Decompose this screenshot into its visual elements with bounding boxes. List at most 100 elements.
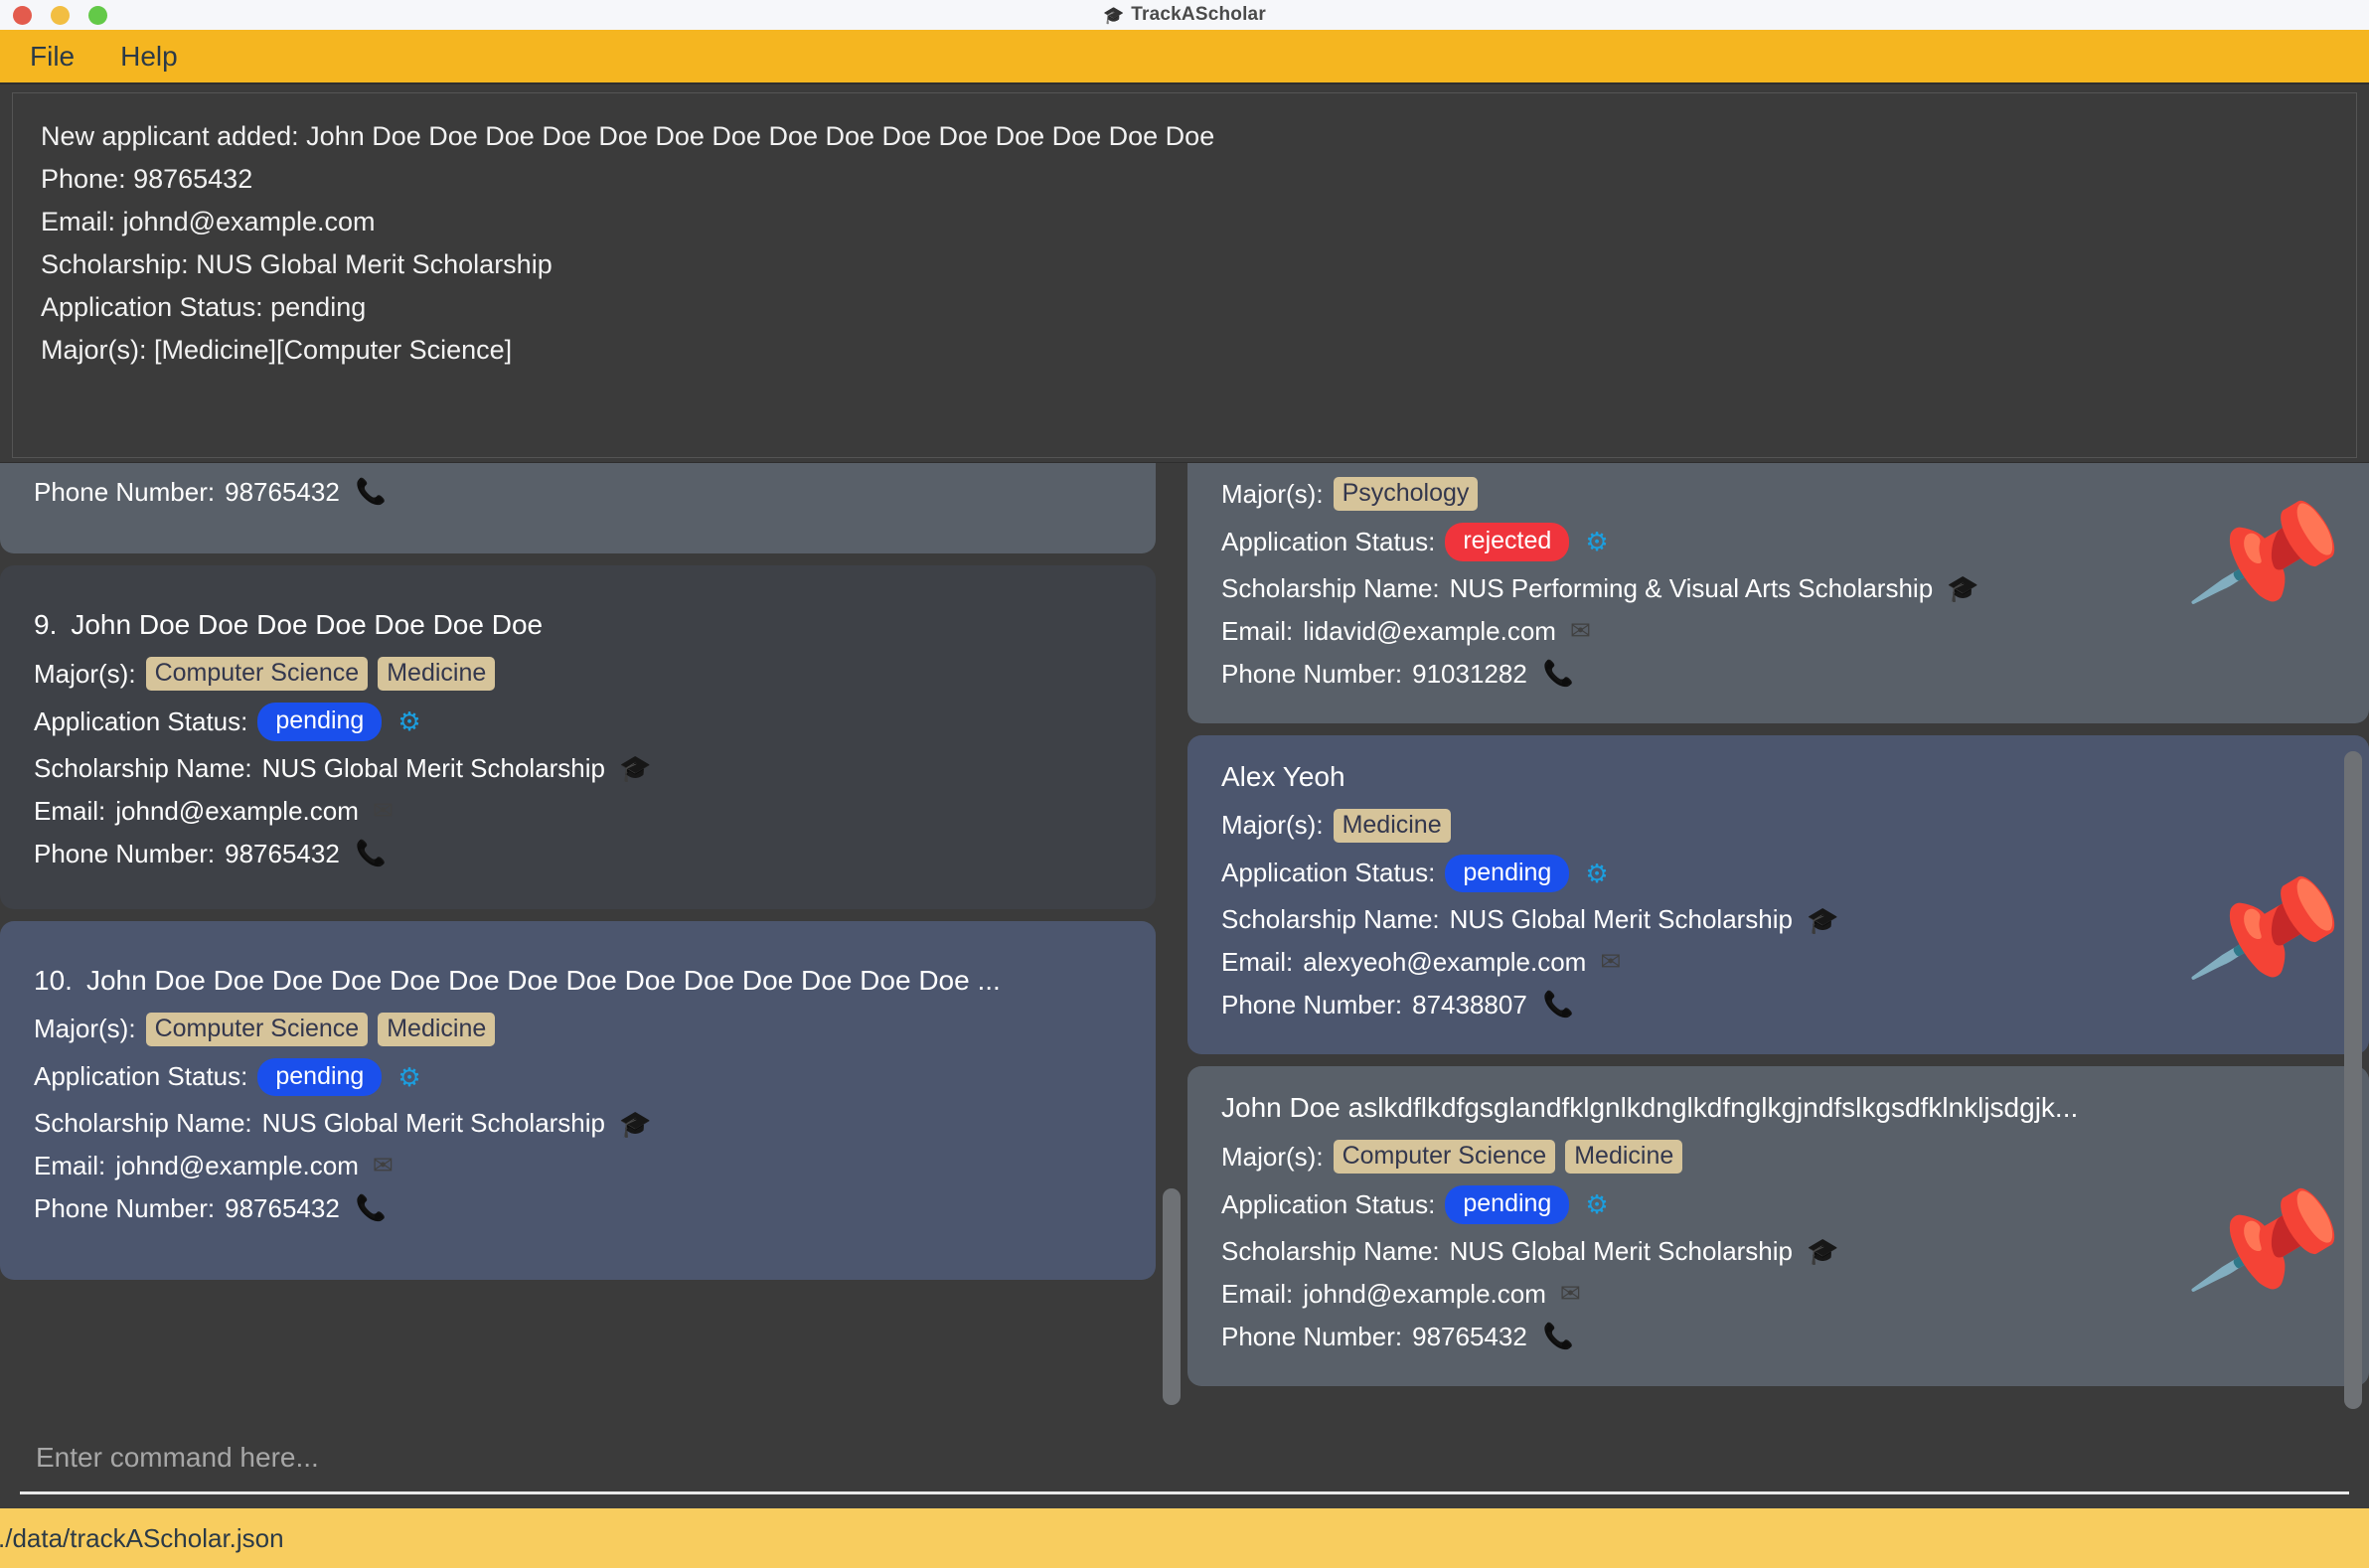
graduation-cap-icon: 🎓 — [1947, 573, 1979, 603]
scholarship-value: NUS Global Merit Scholarship — [1449, 1235, 1794, 1266]
telephone-icon: 📞 — [1542, 991, 1574, 1019]
phone-row: Phone Number: 98765432 📞 — [1221, 1322, 2335, 1352]
result-display: New applicant added: John Doe Doe Doe Do… — [12, 92, 2357, 458]
applicant-name: John Doe aslkdflkdfgsglandfklgnlkdnglkdf… — [1221, 1092, 2079, 1123]
email-label: Email: — [34, 1151, 106, 1180]
scholarship-label: Scholarship Name: — [34, 752, 252, 783]
gear-network-icon: ⚙ — [1585, 858, 1609, 888]
email-label: Email: — [1221, 615, 1294, 646]
major-tag: Medicine — [378, 1012, 496, 1046]
email-label: Email: — [1221, 1278, 1294, 1309]
scholarship-label: Scholarship Name: — [1221, 904, 1440, 934]
major-tag: Medicine — [1333, 808, 1451, 843]
save-location-path: ./data/trackAScholar.json — [0, 1522, 284, 1553]
status-label: Application Status: — [34, 1061, 248, 1092]
window-title: TrackAScholar — [1131, 4, 1266, 25]
applicant-card[interactable]: 9. John Doe Doe Doe Doe Doe Doe Doe Major… — [0, 565, 1156, 909]
status-label: Application Status: — [1221, 1188, 1436, 1219]
menu-bar: File Help — [0, 30, 2369, 84]
status-row: Application Status: pending ⚙ — [1221, 854, 2335, 892]
panel-divider — [1156, 463, 1187, 1417]
phone-value: 98765432 — [225, 477, 340, 507]
majors-row: Major(s): Medicine — [1221, 808, 2335, 843]
scholarship-value: NUS Global Merit Scholarship — [261, 1108, 606, 1138]
email-row: Email: johnd@example.com ✉ — [34, 796, 1122, 827]
status-label: Application Status: — [34, 706, 248, 736]
command-input[interactable] — [20, 1431, 2349, 1494]
envelope-icon: ✉ — [372, 796, 394, 825]
phone-value: 98765432 — [225, 838, 340, 868]
telephone-icon: 📞 — [1542, 1322, 1574, 1350]
application-window: 🎓 TrackAScholar File Help New applicant … — [0, 0, 2369, 1568]
envelope-icon: ✉ — [1559, 1279, 1581, 1308]
graduation-cap-icon: 🎓 — [619, 753, 652, 783]
majors-label: Major(s): — [1221, 1141, 1324, 1172]
email-value: alexyeoh@example.com — [1303, 947, 1587, 977]
status-badge: pending — [257, 1057, 383, 1096]
result-display-wrapper: New applicant added: John Doe Doe Doe Do… — [0, 84, 2369, 462]
gear-network-icon: ⚙ — [1585, 1189, 1609, 1220]
email-value: lidavid@example.com — [1303, 615, 1556, 646]
applicant-name-row: 9. John Doe Doe Doe Doe Doe Doe Doe — [34, 609, 1122, 641]
majors-label: Major(s): — [1221, 478, 1324, 509]
status-label: Application Status: — [1221, 858, 1436, 888]
left-panel-scrollbar[interactable] — [1163, 1188, 1181, 1405]
status-label: Application Status: — [1221, 526, 1436, 556]
result-line-phone: Phone: 98765432 — [41, 164, 253, 194]
majors-row: Major(s): Computer Science Medicine — [34, 1012, 1122, 1046]
graduation-cap-icon: 🎓 — [619, 1108, 652, 1139]
applicant-index: 9. — [34, 609, 58, 640]
menu-item-file[interactable]: File — [24, 39, 80, 75]
email-value: johnd@example.com — [115, 1151, 359, 1180]
graduation-cap-icon: 🎓 — [1807, 1236, 1839, 1266]
phone-label: Phone Number: — [1221, 990, 1403, 1019]
applicant-card-partial[interactable]: Phone Number: 98765432 📞 — [0, 463, 1156, 553]
applicant-name: John Doe Doe Doe Doe Doe Doe Doe Doe Doe… — [85, 964, 1001, 996]
applicant-name-row: 10. John Doe Doe Doe Doe Doe Doe Doe Doe … — [34, 965, 1122, 997]
result-line-email: Email: johnd@example.com — [41, 207, 376, 236]
result-line-majors: Major(s): [Medicine][Computer Science] — [41, 335, 513, 365]
email-value: johnd@example.com — [1303, 1278, 1546, 1309]
applicant-card[interactable]: Alex Yeoh Major(s): Medicine Application… — [1187, 734, 2369, 1054]
scholarship-value: NUS Global Merit Scholarship — [1449, 904, 1794, 934]
telephone-icon: 📞 — [355, 839, 387, 867]
email-row: Email: johnd@example.com ✉ — [34, 1151, 1122, 1181]
gear-network-icon: ⚙ — [397, 1061, 421, 1092]
applicant-card[interactable]: 10. John Doe Doe Doe Doe Doe Doe Doe Doe … — [0, 920, 1156, 1280]
scholarship-row: Scholarship Name: NUS Performing & Visua… — [1221, 573, 2335, 604]
phone-row: Phone Number: 91031282 📞 — [1221, 659, 2335, 690]
major-tag: Computer Science — [145, 657, 369, 692]
phone-value: 87438807 — [1412, 990, 1527, 1019]
title-container: 🎓 TrackAScholar — [0, 0, 2369, 30]
title-bar: 🎓 TrackAScholar — [0, 0, 2369, 30]
major-tag: Medicine — [378, 657, 496, 692]
result-line-scholarship: Scholarship: NUS Global Merit Scholarshi… — [41, 249, 553, 279]
right-panel-scrollbar[interactable] — [2344, 751, 2362, 1409]
applicant-index: 10. — [34, 964, 73, 996]
major-tag: Medicine — [1565, 1140, 1683, 1175]
applicant-card-partial[interactable]: Major(s): Psychology Application Status:… — [1187, 463, 2369, 723]
pinned-applicant-panel-right[interactable]: Major(s): Psychology Application Status:… — [1187, 463, 2369, 1417]
applicant-name: John Doe Doe Doe Doe Doe Doe Doe — [71, 609, 544, 640]
result-line-status: Application Status: pending — [41, 292, 367, 322]
scholarship-row: Scholarship Name: NUS Global Merit Schol… — [1221, 1236, 2335, 1267]
scholarship-value: NUS Performing & Visual Arts Scholarship — [1449, 572, 1934, 603]
menu-item-help[interactable]: Help — [114, 39, 184, 75]
applicant-list-panel-left[interactable]: Phone Number: 98765432 📞 9. John Doe Doe … — [0, 463, 1156, 1417]
result-line-applicant: New applicant added: John Doe Doe Doe Do… — [41, 121, 1215, 151]
command-box-wrapper — [0, 1417, 2369, 1508]
status-badge: rejected — [1445, 523, 1570, 561]
gear-network-icon: ⚙ — [1585, 527, 1609, 557]
status-row: Application Status: pending ⚙ — [34, 1057, 1122, 1096]
status-row: Application Status: pending ⚙ — [1221, 1185, 2335, 1224]
envelope-icon: ✉ — [372, 1152, 394, 1179]
phone-value: 98765432 — [1412, 1321, 1527, 1351]
applicant-name: Alex Yeoh — [1221, 760, 1345, 792]
scholarship-label: Scholarship Name: — [1221, 572, 1440, 603]
scholarship-row: Scholarship Name: NUS Global Merit Schol… — [1221, 904, 2335, 935]
status-badge: pending — [1445, 1185, 1570, 1224]
scholarship-row: Scholarship Name: NUS Global Merit Schol… — [34, 1108, 1122, 1139]
status-badge: pending — [257, 703, 383, 741]
applicant-card[interactable]: John Doe aslkdflkdfgsglandfklgnlkdnglkdf… — [1187, 1066, 2369, 1386]
phone-row: Phone Number: 98765432 📞 — [34, 477, 1122, 508]
